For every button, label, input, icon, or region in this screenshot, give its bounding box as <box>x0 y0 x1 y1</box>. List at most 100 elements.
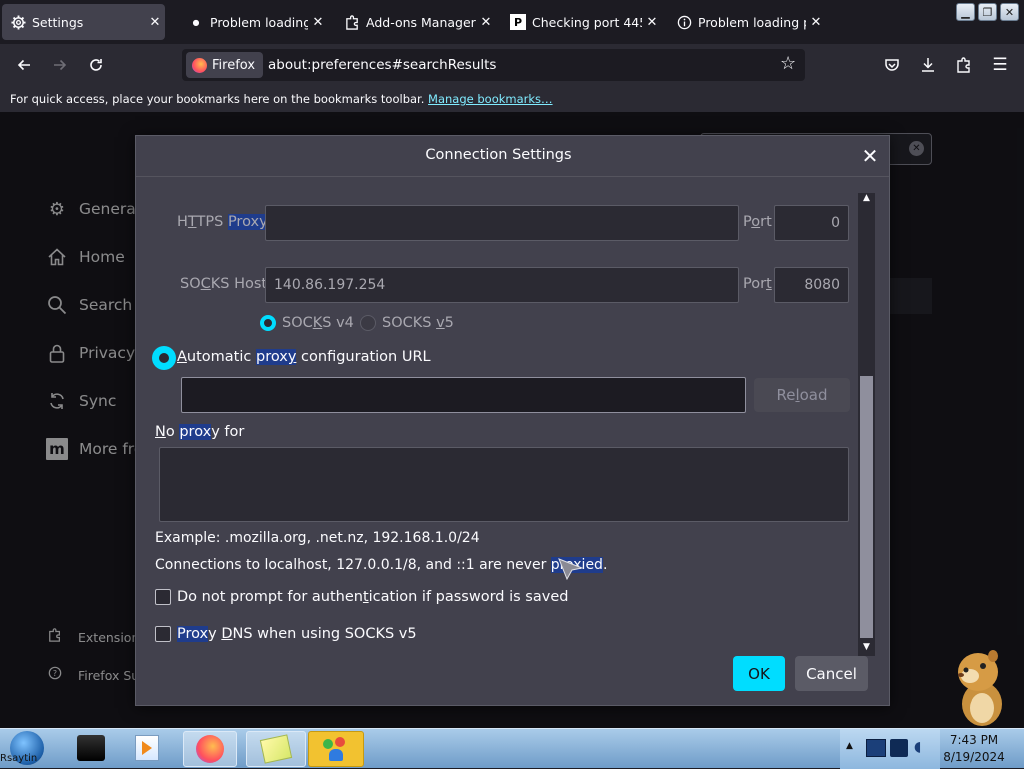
taskbar-firefox[interactable] <box>183 731 237 767</box>
app-menu-button[interactable]: ☰ <box>986 52 1014 78</box>
tab-label: Checking port 445 on <box>532 14 642 30</box>
forward-button[interactable] <box>46 52 74 78</box>
no-proxy-textarea[interactable] <box>159 447 849 522</box>
url-bar[interactable]: Firefox about:preferences#searchResults … <box>182 49 805 81</box>
scroll-up-arrow-icon[interactable]: ▲ <box>858 193 875 207</box>
close-tab-icon[interactable]: ✕ <box>476 15 496 30</box>
auto-proxy-config-label: Automatic proxy configuration URL <box>177 349 431 365</box>
socks-v5-radio[interactable] <box>360 315 376 331</box>
socks-host-input[interactable]: 140.86.197.254 <box>265 267 739 303</box>
firefox-logo-icon <box>192 57 207 73</box>
back-arrow-icon <box>17 59 30 71</box>
tab-checking-port[interactable]: P Checking port 445 on ✕ <box>502 4 662 40</box>
network-icon[interactable] <box>866 739 886 757</box>
ok-button[interactable]: OK <box>733 656 785 691</box>
close-tab-icon[interactable]: ✕ <box>145 15 165 30</box>
tab-strip: Settings ✕ ● Problem loading page ✕ Add-… <box>0 0 1024 44</box>
dialog-title: Connection Settings <box>425 147 572 163</box>
localhost-note: Connections to localhost, 127.0.0.1/8, a… <box>155 557 608 573</box>
downloads-button[interactable] <box>914 52 942 78</box>
https-proxy-input[interactable] <box>265 205 739 241</box>
socks-port-input[interactable]: 8080 <box>774 267 849 303</box>
pocket-icon <box>885 59 899 71</box>
notification-area: ▲ ◖ <box>840 729 940 769</box>
scrollbar-thumb[interactable] <box>860 376 873 638</box>
mouse-cursor-icon <box>558 558 584 580</box>
proxy-dns-label: Proxy DNS when using SOCKS v5 <box>177 626 417 642</box>
back-button[interactable] <box>10 52 38 78</box>
download-icon <box>922 58 934 72</box>
bookmarks-toolbar: For quick access, place your bookmarks h… <box>0 86 1024 112</box>
no-proxy-for-label: No proxy for <box>155 424 245 440</box>
no-prompt-auth-checkbox[interactable] <box>155 589 171 605</box>
pocket-button[interactable] <box>878 52 906 78</box>
clock-time: 7:43 PM <box>949 733 999 747</box>
https-proxy-label: HTTPS Proxy <box>177 214 268 230</box>
auto-proxy-config-radio[interactable] <box>154 348 174 368</box>
tab-label: Problem loading page <box>698 14 806 30</box>
https-port-input[interactable]: 0 <box>774 205 849 241</box>
tab-add-ons-manager[interactable]: Add-ons Manager ✕ <box>336 4 496 40</box>
hamburger-icon: ☰ <box>992 55 1008 75</box>
proxy-dns-checkbox[interactable] <box>155 626 171 642</box>
gear-icon <box>10 14 26 30</box>
no-proxy-example: Example: .mozilla.org, .net.nz, 192.168.… <box>155 530 480 546</box>
firefox-logo-icon <box>196 735 224 763</box>
extensions-button[interactable] <box>950 52 978 78</box>
monitor-icon <box>77 735 105 761</box>
desktop-mascot-image <box>948 646 1018 728</box>
forward-arrow-icon <box>54 59 67 71</box>
taskbar-show-desktop[interactable] <box>58 731 178 765</box>
users-icon <box>321 735 351 763</box>
puzzle-icon <box>957 57 970 73</box>
system-clock[interactable]: 7:43 PM 8/19/2024 <box>940 732 1008 766</box>
tab-problem-loading-2[interactable]: Problem loading page ✕ <box>668 4 826 40</box>
connection-settings-dialog: Connection Settings ✕ HTTPS Proxy Port 0… <box>135 135 890 706</box>
restore-window-button[interactable]: ❐ <box>978 3 997 21</box>
clock-date: 8/19/2024 <box>943 750 1005 764</box>
tab-label: Add-ons Manager <box>366 14 476 30</box>
dot-icon: ● <box>192 17 200 27</box>
manage-bookmarks-link[interactable]: Manage bookmarks… <box>428 92 553 106</box>
tab-settings[interactable]: Settings ✕ <box>2 4 165 40</box>
close-tab-icon[interactable]: ✕ <box>806 15 826 30</box>
taskbar-sticky-notes[interactable] <box>246 731 306 767</box>
action-center-icon[interactable] <box>890 739 908 757</box>
info-icon <box>676 14 692 30</box>
identity-box[interactable]: Firefox <box>186 52 264 78</box>
volume-icon[interactable]: ◖ <box>914 739 921 755</box>
close-window-button[interactable]: ✕ <box>1000 3 1019 21</box>
cancel-button[interactable]: Cancel <box>795 656 868 691</box>
bookmark-star-icon[interactable]: ☆ <box>780 53 796 74</box>
reload-button[interactable] <box>82 52 110 78</box>
close-tab-icon[interactable]: ✕ <box>308 15 328 30</box>
tab-label: Problem loading page <box>210 14 308 30</box>
dialog-header-divider <box>136 176 889 177</box>
windows-taskbar: Rsaytin ▲ ◖ 7:43 PM 8/19/2024 <box>0 728 1024 769</box>
minimize-window-button[interactable]: ▁ <box>956 3 975 21</box>
bookmarks-hint: For quick access, place your bookmarks h… <box>10 92 425 106</box>
p-logo-icon: P <box>510 14 526 30</box>
no-prompt-auth-label: Do not prompt for authentication if pass… <box>177 589 569 605</box>
puzzle-icon <box>344 14 360 30</box>
socks-port-label: Port <box>743 276 772 292</box>
socks-v4-radio[interactable] <box>260 315 276 331</box>
tab-problem-loading-1[interactable]: ● Problem loading page ✕ <box>180 4 328 40</box>
identity-label: Firefox <box>212 57 256 73</box>
taskbar-users-app[interactable] <box>308 731 364 767</box>
socks-host-label: SOCKS Host <box>180 276 268 292</box>
tab-label: Settings <box>32 14 84 30</box>
start-text: Rsaytin <box>0 753 38 764</box>
sticky-notes-icon <box>259 734 293 764</box>
url-text: about:preferences#searchResults <box>268 57 497 73</box>
auto-proxy-url-input[interactable] <box>181 377 746 413</box>
reload-pac-button[interactable]: Re l oad <box>754 378 850 412</box>
reload-icon <box>90 59 102 71</box>
dialog-scrollbar[interactable]: ▲ ▼ <box>858 193 875 656</box>
show-hidden-icons-icon[interactable]: ▲ <box>846 741 853 751</box>
close-tab-icon[interactable]: ✕ <box>642 15 662 30</box>
scroll-down-arrow-icon[interactable]: ▼ <box>858 642 875 656</box>
navigation-toolbar: Firefox about:preferences#searchResults … <box>0 44 1024 86</box>
close-dialog-button[interactable]: ✕ <box>858 144 882 168</box>
https-port-label: Port <box>743 214 772 230</box>
